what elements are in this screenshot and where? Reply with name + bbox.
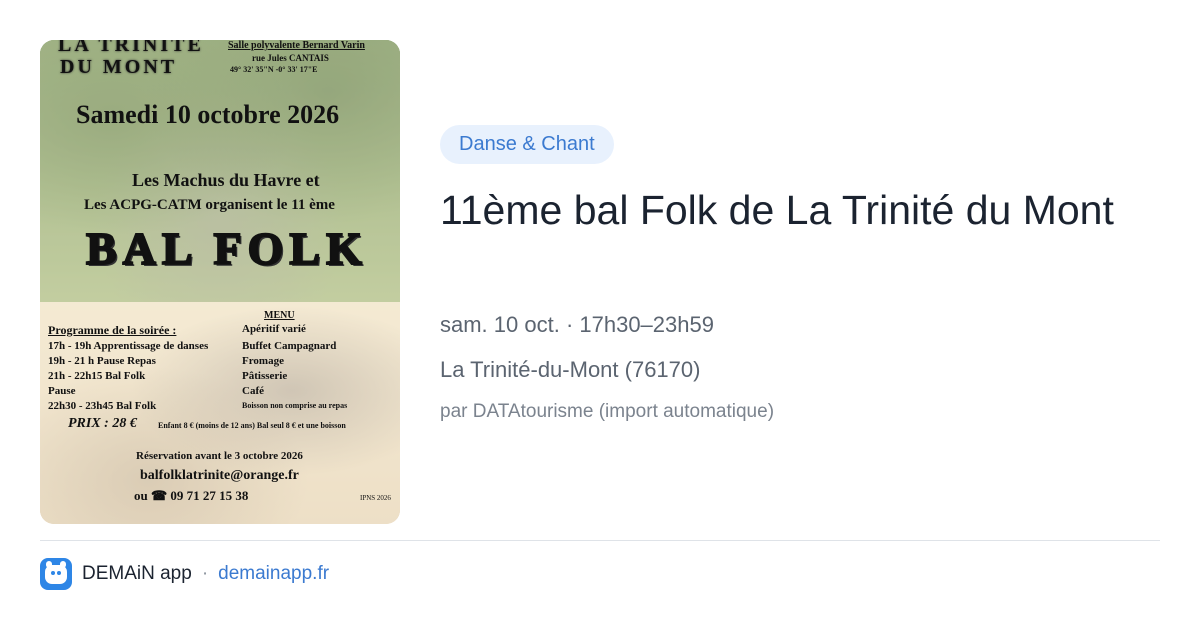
app-name: DEMAiN app xyxy=(82,563,192,584)
poster-venue-name: Salle polyvalente Bernard Varin xyxy=(228,40,365,51)
poster-price: PRIX : 28 € xyxy=(68,416,137,431)
poster-headline: BAL FOLK xyxy=(85,222,368,275)
poster-menu-item: Apéritif varié xyxy=(242,323,306,335)
poster-program-item: 21h - 22h15 Bal Folk xyxy=(48,370,146,382)
poster-menu-item: Café xyxy=(242,385,264,397)
poster-town-line2: DU MONT xyxy=(60,56,178,78)
category-badge: Danse & Chant xyxy=(440,125,614,164)
poster-venue-street: rue Jules CANTAIS xyxy=(252,53,329,63)
poster-date: Samedi 10 octobre 2026 xyxy=(76,100,340,129)
poster-menu-title: MENU xyxy=(264,310,295,321)
poster-program-item: Pause xyxy=(48,385,76,397)
poster-town-line1: LA TRINITE xyxy=(58,40,204,56)
event-location: La Trinité-du-Mont (76170) xyxy=(440,357,701,382)
poster-menu-item: Fromage xyxy=(242,355,284,367)
poster-menu-item: Boisson non comprise au repas xyxy=(242,401,348,410)
poster-organizers-line2: Les ACPG-CATM organisent le 11 ème xyxy=(84,197,335,213)
poster-menu-item: Pâtisserie xyxy=(242,370,288,382)
poster-venue-coords: 49° 32' 35"N -0° 33' 17"E xyxy=(230,65,318,74)
poster-email: balfolklatrinite@orange.fr xyxy=(140,468,299,483)
poster-program-item: 17h - 19h Apprentissage de danses xyxy=(48,340,209,352)
poster-price-note: Enfant 8 € (moins de 12 ans) Bal seul 8 … xyxy=(158,421,346,430)
divider xyxy=(40,540,1160,541)
poster-credit: IPNS 2026 xyxy=(360,494,391,502)
event-poster-image: LA TRINITE DU MONT Salle polyvalente Ber… xyxy=(40,40,400,524)
poster-phone: ou ☎ 09 71 27 15 38 xyxy=(134,488,249,503)
poster-reservation: Réservation avant le 3 octobre 2026 xyxy=(136,450,303,462)
poster-organizers-line1: Les Machus du Havre et xyxy=(132,170,320,190)
poster-program-title: Programme de la soirée : xyxy=(48,323,177,337)
app-domain-link[interactable]: demainapp.fr xyxy=(218,563,329,585)
poster-program-item: 22h30 - 23h45 Bal Folk xyxy=(48,400,157,412)
event-source: par DATAtourisme (import automatique) xyxy=(440,401,775,422)
poster-program-item: 19h - 21 h Pause Repas xyxy=(48,355,156,367)
event-date-time: sam. 10 oct. · 17h30–23h59 xyxy=(440,312,714,337)
poster-menu-item: Buffet Campagnard xyxy=(242,340,337,352)
demain-app-icon xyxy=(40,558,72,590)
footer-separator: · xyxy=(201,563,209,584)
footer: DEMAiN app · demainapp.fr xyxy=(40,558,329,590)
event-title: 11ème bal Folk de La Trinité du Mont xyxy=(440,187,1114,233)
